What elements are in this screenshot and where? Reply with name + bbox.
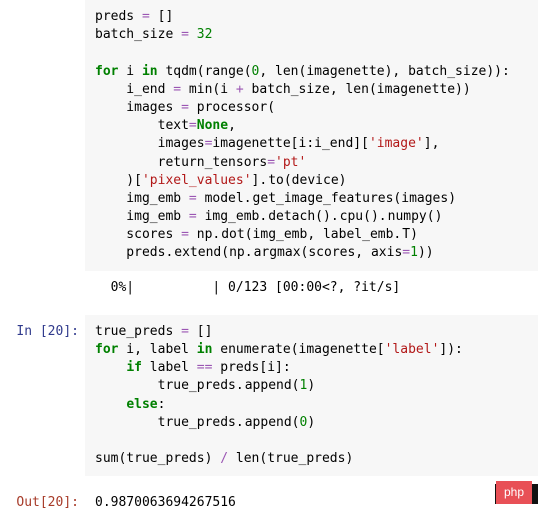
output-text-1: 0%| | 0/123 [00:00<?, ?it/s] [85,271,538,305]
in-prompt-empty [0,0,85,271]
output-text-2: 0.9870063694267516 [85,486,538,520]
out-prompt-empty [0,271,85,305]
php-badge: php [496,481,532,504]
out-prompt-20: Out[20]: [0,486,85,520]
code-block-1[interactable]: preds = []batch_size = 32 for i in tqdm(… [85,0,538,271]
output-cell-1: 0%| | 0/123 [00:00<?, ?it/s] [0,271,538,305]
code-cell-1: preds = []batch_size = 32 for i in tqdm(… [0,0,538,271]
in-prompt-20: In [20]: [0,315,85,477]
code-cell-2: In [20]: true_preds = []for i, label in … [0,315,538,477]
output-cell-2: Out[20]: 0.9870063694267516 [0,486,538,520]
code-block-2[interactable]: true_preds = []for i, label in enumerate… [85,315,538,477]
